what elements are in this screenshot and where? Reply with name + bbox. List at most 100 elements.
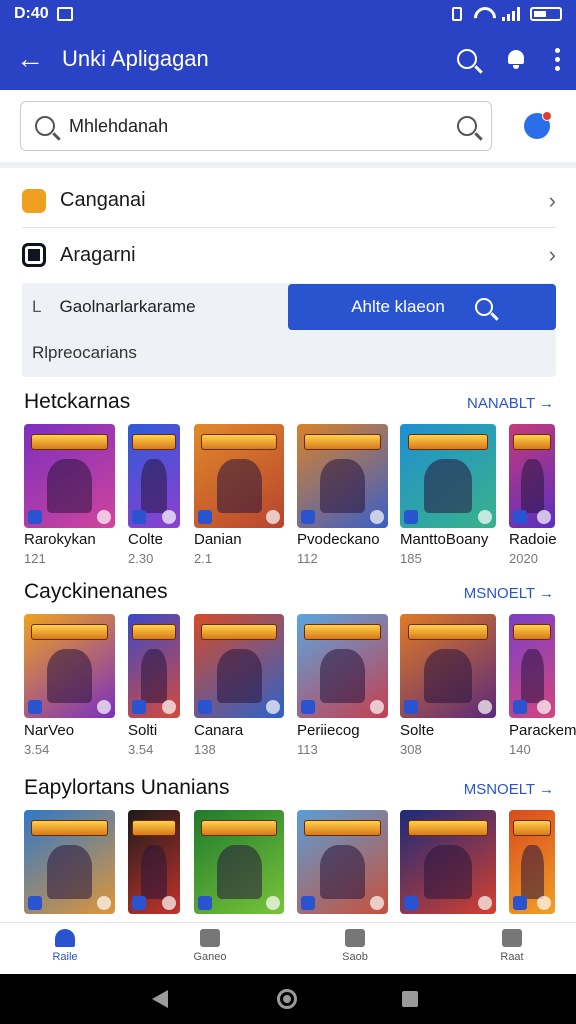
game-rating: 113: [297, 742, 318, 757]
game-character-art: [141, 459, 167, 514]
filter-hint[interactable]: Rlpreocarians: [32, 343, 137, 363]
game-tile[interactable]: [297, 424, 388, 528]
game-tile[interactable]: [509, 424, 555, 528]
check-icon: [537, 510, 551, 524]
game-caption: Parackem 140: [509, 722, 576, 757]
section-more-link[interactable]: MSNOELT →: [464, 781, 554, 798]
search-row: Mhlehdanah: [0, 90, 576, 168]
game-tile[interactable]: [128, 810, 180, 914]
more-vert-icon[interactable]: [555, 47, 560, 71]
search-submit-icon[interactable]: [457, 116, 477, 136]
search-icon: [35, 116, 55, 136]
nav-home[interactable]: Raile: [25, 929, 105, 963]
system-home-icon[interactable]: [277, 989, 297, 1009]
check-icon: [162, 700, 176, 714]
game-character-art: [46, 459, 93, 514]
game-character-art: [424, 459, 472, 514]
game-logo-banner: [132, 434, 176, 451]
platform-badge-icon: [28, 510, 42, 524]
game-tile[interactable]: [509, 810, 555, 914]
nav-profile[interactable]: Raat: [472, 929, 552, 963]
search-icon[interactable]: [457, 49, 477, 69]
game-tile[interactable]: [128, 424, 180, 528]
game-title: Canara: [194, 722, 244, 739]
game-caption: Rarokykan 121: [24, 531, 96, 566]
game-tile[interactable]: [24, 424, 115, 528]
system-recents-icon[interactable]: [402, 991, 418, 1007]
search-input[interactable]: Mhlehdanah: [20, 101, 492, 151]
game-character-art: [141, 845, 167, 900]
game-rating: 2.30: [128, 551, 154, 566]
section-title: Cayckinenanes: [24, 580, 168, 603]
nav-label: Raat: [500, 951, 524, 963]
system-navigation-bar: [0, 974, 576, 1024]
menu-item-label: Canganai: [60, 189, 146, 211]
platform-badge-icon: [513, 700, 527, 714]
section-more-link[interactable]: MSNOELT →: [464, 585, 554, 602]
menu-item-canganai[interactable]: Canganai ›: [22, 174, 556, 228]
arrow-left-icon[interactable]: ←: [16, 43, 50, 75]
signal-icon: [502, 7, 520, 21]
game-tile[interactable]: [509, 614, 555, 718]
nav-label: Saob: [342, 951, 368, 963]
section-header: Cayckinenanes MSNOELT →: [24, 580, 554, 604]
game-tile[interactable]: [400, 810, 496, 914]
check-icon: [478, 896, 492, 910]
game-tile[interactable]: [400, 614, 496, 718]
game-tile[interactable]: [400, 424, 496, 528]
game-tile[interactable]: [297, 614, 388, 718]
game-title: NarVeo: [24, 722, 75, 739]
platform-badge-icon: [301, 510, 315, 524]
section-more-link[interactable]: NANABLT →: [467, 395, 554, 412]
system-back-icon[interactable]: [152, 990, 168, 1008]
platform-badge-icon: [132, 896, 146, 910]
app-bar: ← Unki Apligagan: [0, 28, 576, 90]
game-character-art: [520, 649, 544, 704]
assistant-icon[interactable]: [524, 111, 552, 139]
game-tile[interactable]: [297, 810, 388, 914]
filter-input-value: Gaolnarlarkarame: [59, 297, 196, 316]
game-logo-banner: [132, 624, 176, 641]
game-logo-banner: [407, 434, 489, 451]
game-logo-banner: [304, 434, 381, 451]
check-icon: [97, 510, 111, 524]
section-header: Hetckarnas NANABLT →: [24, 390, 554, 414]
filter-search-button[interactable]: Ahlte klaeon: [288, 284, 556, 330]
notification-icon[interactable]: [505, 48, 527, 70]
game-logo-banner: [512, 624, 552, 641]
filter-input[interactable]: L Gaolnarlarkarame: [22, 283, 284, 331]
game-logo-banner: [512, 820, 552, 837]
vibrate-icon: [452, 7, 462, 21]
menu-item-label: Aragarni: [60, 243, 136, 266]
game-logo-banner: [304, 820, 381, 837]
game-rating: 3.54: [128, 742, 154, 757]
game-title: Colte: [128, 531, 164, 548]
game-caption: Radoie 2020: [509, 531, 557, 566]
game-caption: Solti 3.54: [128, 722, 157, 757]
platform-badge-icon: [132, 700, 146, 714]
game-tile[interactable]: [194, 424, 284, 528]
check-icon: [537, 896, 551, 910]
game-title: Rarokykan: [24, 531, 96, 548]
game-tile[interactable]: [194, 810, 284, 914]
game-tile[interactable]: [24, 614, 115, 718]
nav-store[interactable]: Ganeo: [170, 929, 250, 963]
search-input-value: Mhlehdanah: [69, 115, 169, 136]
game-character-art: [46, 649, 93, 704]
game-caption: Pvodeckano 112: [297, 531, 380, 566]
game-character-art: [319, 649, 366, 704]
game-title: Solte: [400, 722, 435, 739]
check-icon: [162, 896, 176, 910]
check-icon: [478, 510, 492, 524]
game-rating: 140: [509, 742, 531, 757]
game-character-art: [216, 845, 262, 900]
chevron-right-icon: ›: [548, 187, 556, 213]
game-title: Radoie: [509, 531, 557, 548]
game-tile[interactable]: [128, 614, 180, 718]
nav-book[interactable]: Saob: [315, 929, 395, 963]
check-icon: [537, 700, 551, 714]
menu-item-aragarni[interactable]: Aragarni ›: [22, 228, 556, 282]
game-tile[interactable]: [24, 810, 115, 914]
game-caption: Colte 2.30: [128, 531, 163, 566]
game-tile[interactable]: [194, 614, 284, 718]
